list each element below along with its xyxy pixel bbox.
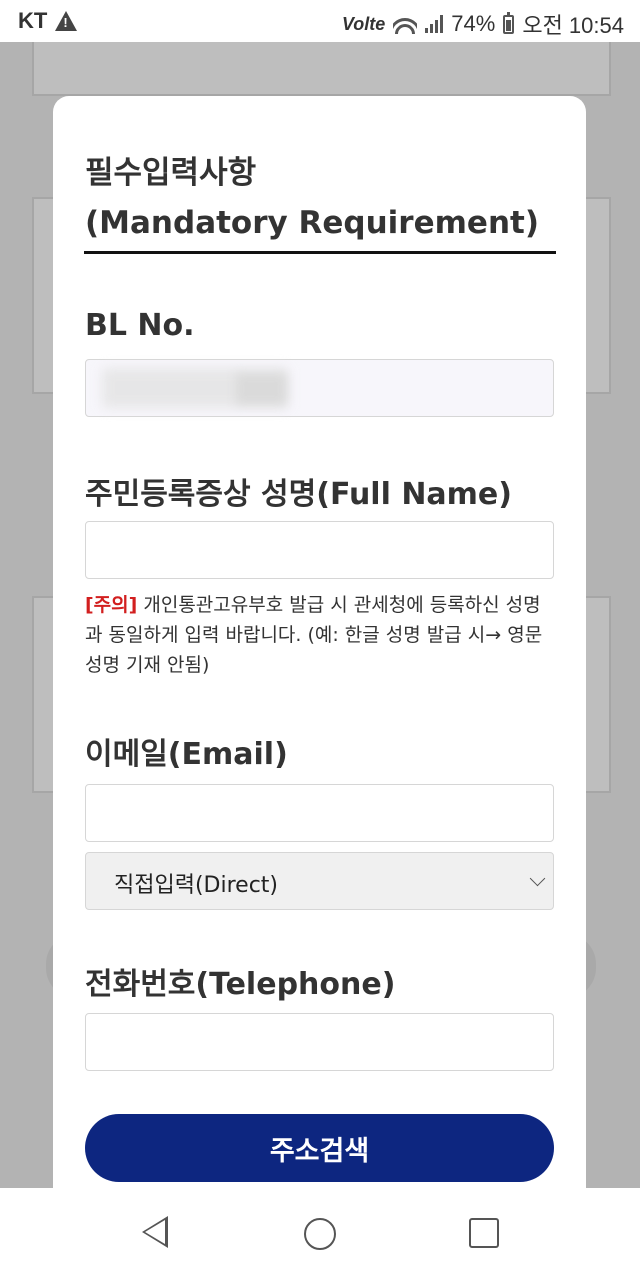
wifi-icon bbox=[393, 14, 418, 34]
address-search-button[interactable]: 주소검색 bbox=[85, 1114, 554, 1182]
background-field bbox=[32, 42, 611, 96]
status-left: KT bbox=[18, 8, 78, 34]
battery-icon bbox=[503, 11, 515, 34]
battery-percent: 74% bbox=[451, 11, 496, 36]
email-domain-value: 직접입력(Direct) bbox=[114, 873, 278, 898]
bl-number-field[interactable] bbox=[85, 359, 554, 417]
title-divider bbox=[84, 251, 556, 254]
notice-warning-tag: [주의] bbox=[85, 594, 138, 616]
chevron-down-icon bbox=[529, 870, 546, 887]
email-label: 이메일(Email) bbox=[85, 737, 288, 772]
mandatory-requirement-modal: 필수입력사항 (Mandatory Requirement) BL No. 주민… bbox=[53, 96, 586, 1216]
full-name-label: 주민등록증상 성명(Full Name) bbox=[85, 477, 512, 512]
telephone-field[interactable] bbox=[85, 1013, 554, 1071]
notice-text: 개인통관고유부호 발급 시 관세청에 등록하신 성명과 동일하게 입력 바랍니다… bbox=[85, 594, 543, 676]
blurred-value bbox=[236, 374, 286, 404]
carrier-label: KT bbox=[18, 8, 48, 33]
name-notice: [주의] 개인통관고유부호 발급 시 관세청에 등록하신 성명과 동일하게 입력… bbox=[85, 590, 557, 680]
status-bar: KT Volte 74% 오전 10:54 bbox=[0, 0, 640, 42]
modal-title-english: (Mandatory Requirement) bbox=[85, 205, 539, 241]
back-icon[interactable] bbox=[142, 1216, 168, 1248]
volte-icon: Volte bbox=[341, 13, 386, 34]
full-name-field[interactable] bbox=[85, 521, 554, 579]
bl-number-label: BL No. bbox=[85, 308, 195, 343]
telephone-label: 전화번호(Telephone) bbox=[85, 967, 396, 1002]
home-icon[interactable] bbox=[304, 1218, 336, 1250]
navigation-bar bbox=[0, 1188, 640, 1280]
modal-title-korean: 필수입력사항 bbox=[85, 155, 257, 191]
recent-apps-icon[interactable] bbox=[469, 1218, 499, 1248]
email-field[interactable] bbox=[85, 784, 554, 842]
modal-title: 필수입력사항 (Mandatory Requirement) bbox=[85, 148, 555, 248]
clock: 오전 10:54 bbox=[522, 13, 624, 38]
warning-icon bbox=[55, 11, 78, 31]
status-right: Volte 74% 오전 10:54 bbox=[342, 8, 624, 40]
email-domain-select[interactable]: 직접입력(Direct) bbox=[85, 852, 554, 910]
signal-icon bbox=[425, 15, 444, 33]
